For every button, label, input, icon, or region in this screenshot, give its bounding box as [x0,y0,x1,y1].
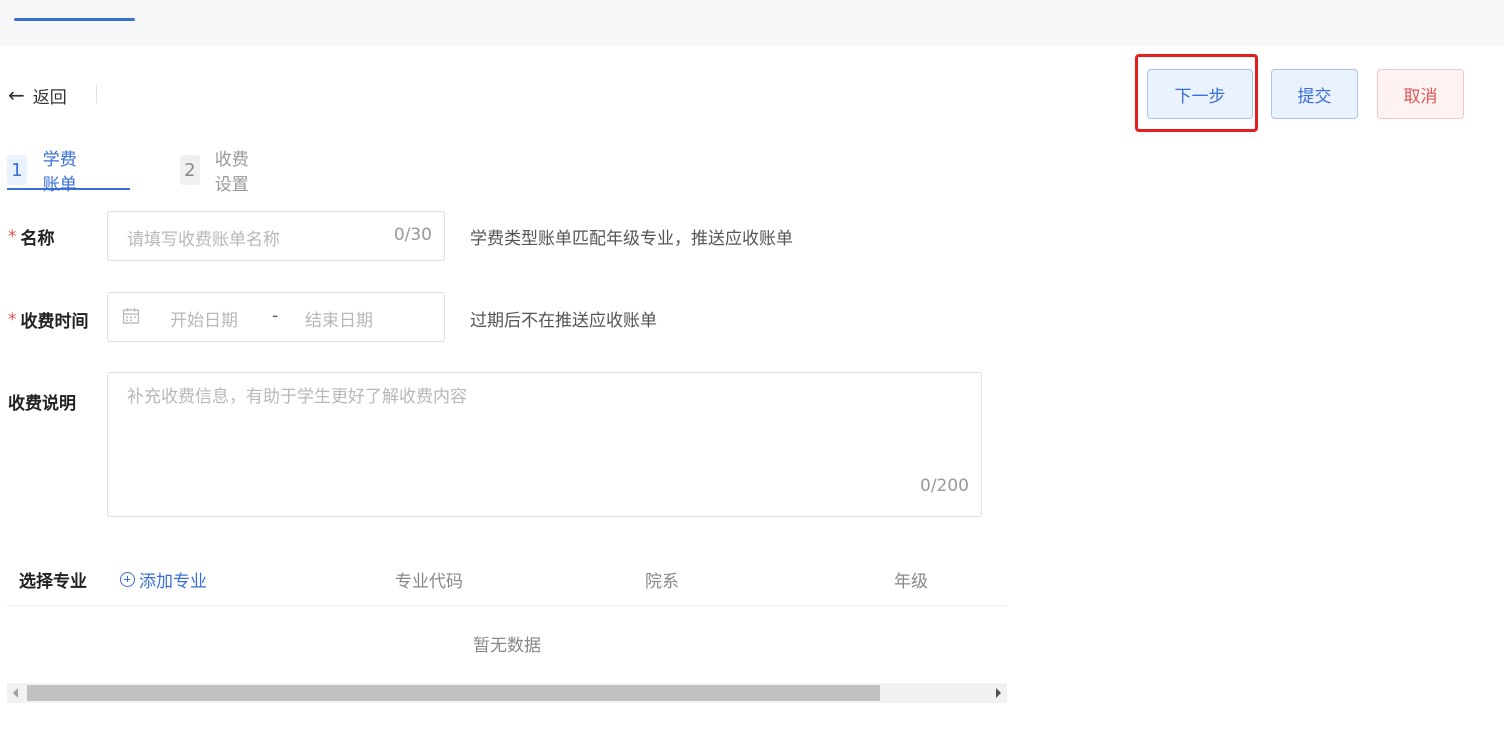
name-counter: 0/30 [393,225,432,245]
time-label: * 收费时间 [8,307,89,333]
main-content: ← 返回 下一步 提交 取消 1 学费账单 2 收费设置 * 名称 请填写收费账… [0,46,1504,747]
column-header-major-code: 专业代码 [395,572,463,592]
description-label-text: 收费说明 [8,394,76,414]
name-placeholder: 请填写收费账单名称 [127,230,280,250]
column-header-department: 院系 [645,572,679,592]
description-label: 收费说明 [8,389,76,414]
top-tab-bar [0,0,1504,46]
required-mark: * [8,309,17,330]
end-date-placeholder: 结束日期 [305,311,373,331]
divider [96,85,97,103]
date-range-picker[interactable]: 开始日期 - 结束日期 [107,292,445,342]
date-separator: - [272,306,279,326]
description-placeholder: 补充收费信息，有助于学生更好了解收费内容 [127,387,467,407]
column-header-grade: 年级 [894,572,928,592]
add-major-label: 添加专业 [139,572,207,592]
active-tab-indicator [14,18,135,21]
back-label: 返回 [32,87,67,108]
time-hint: 过期后不在推送应收账单 [470,311,657,331]
empty-state-text: 暂无数据 [473,636,541,656]
name-hint: 学费类型账单匹配年级专业，推送应收账单 [470,229,793,249]
add-major-button[interactable]: 添加专业 [120,567,207,592]
active-step-indicator [7,188,130,190]
scrollbar-thumb[interactable] [27,685,880,701]
submit-button[interactable]: 提交 [1271,69,1358,119]
required-mark: * [8,226,17,247]
description-textarea[interactable]: 补充收费信息，有助于学生更好了解收费内容 0/200 [107,372,982,517]
majors-table-header: 选择专业 添加专业 专业代码 院系 年级 [7,551,1007,606]
horizontal-scrollbar[interactable] [7,683,1007,703]
name-label: * 名称 [8,224,55,250]
plus-circle-icon [120,572,135,587]
calendar-icon [122,308,140,324]
name-label-text: 名称 [20,229,55,249]
arrow-left-icon: ← [8,83,25,107]
scroll-left-icon[interactable] [13,688,18,698]
step-number: 1 [7,155,27,185]
step-label: 收费设置 [214,150,249,195]
next-step-button[interactable]: 下一步 [1147,69,1253,119]
step-tab-bill[interactable]: 1 学费账单 [7,150,78,195]
step-tab-settings[interactable]: 2 收费设置 [180,150,250,195]
step-number: 2 [180,155,200,185]
description-counter: 0/200 [920,476,969,496]
scroll-right-icon[interactable] [996,688,1001,698]
cancel-button[interactable]: 取消 [1377,69,1464,119]
name-input[interactable]: 请填写收费账单名称 0/30 [107,211,445,261]
time-label-text: 收费时间 [20,312,89,332]
select-major-label: 选择专业 [19,572,87,592]
back-button[interactable]: ← 返回 [8,83,67,108]
start-date-placeholder: 开始日期 [170,311,238,331]
